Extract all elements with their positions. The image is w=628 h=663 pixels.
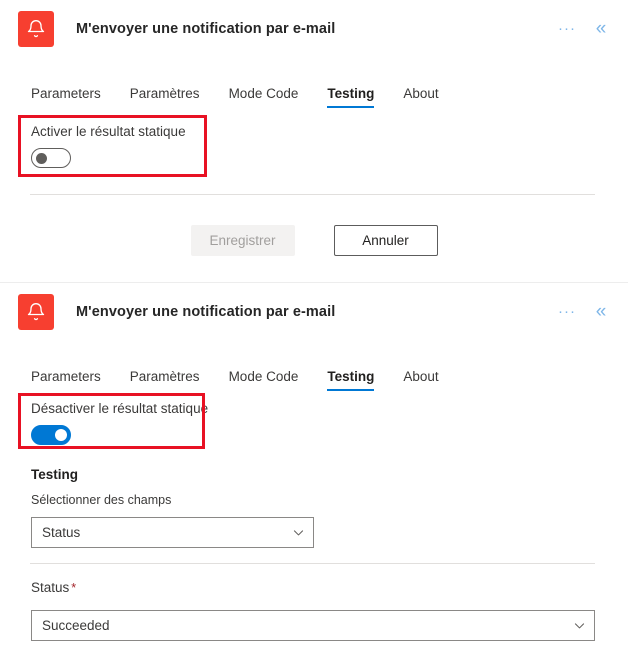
card-title: M'envoyer une notification par e-mail (76, 304, 336, 320)
flow-action-card-top: M'envoyer une notification par e-mail ··… (0, 0, 628, 282)
save-button[interactable]: Enregistrer (190, 225, 295, 256)
toggle-knob (36, 153, 47, 164)
status-value: Succeeded (42, 618, 110, 633)
tab-testing[interactable]: Testing (327, 86, 375, 108)
chevron-down-icon (574, 623, 585, 629)
static-result-toggle-label: Désactiver le résultat statique (31, 401, 209, 416)
tab-list-bottom: Parameters Paramètres Mode Code Testing … (0, 361, 628, 391)
ellipsis-icon: ··· (558, 303, 576, 320)
bell-icon (18, 11, 54, 47)
testing-section: Testing (31, 467, 78, 482)
static-result-toggle[interactable] (31, 425, 71, 445)
tab-about[interactable]: About (403, 86, 438, 108)
card-header-bottom: M'envoyer une notification par e-mail ··… (0, 283, 628, 341)
ellipsis-icon: ··· (558, 20, 576, 37)
chevron-double-left-icon: « (595, 18, 607, 39)
testing-heading: Testing (31, 467, 78, 482)
static-result-toggle-group-bottom: Désactiver le résultat statique (31, 401, 208, 445)
tab-about[interactable]: About (403, 369, 438, 391)
static-result-toggle-label: Activer le résultat statique (31, 124, 186, 139)
toggle-knob (55, 429, 67, 441)
bell-icon (18, 294, 54, 330)
select-fields-label: Sélectionner des champs (31, 493, 172, 507)
static-result-toggle[interactable] (31, 148, 71, 168)
divider-top-panel (30, 194, 595, 195)
card-header-top: M'envoyer une notification par e-mail ··… (0, 0, 628, 58)
collapse-button[interactable]: « (580, 298, 614, 326)
divider-bottom-panel (30, 563, 595, 564)
tab-parametres[interactable]: Paramètres (130, 86, 200, 108)
tab-parameters[interactable]: Parameters (31, 369, 101, 391)
select-fields-value: Status (42, 525, 81, 540)
tab-mode-code[interactable]: Mode Code (229, 369, 299, 391)
static-result-toggle-group-top: Activer le résultat statique (31, 124, 186, 168)
tab-list-top: Parameters Paramètres Mode Code Testing … (0, 78, 628, 108)
chevron-down-icon (293, 530, 304, 536)
tab-mode-code[interactable]: Mode Code (229, 86, 299, 108)
more-options-button[interactable]: ··· (554, 15, 580, 43)
tab-testing[interactable]: Testing (327, 369, 375, 391)
status-label-block: Status * (31, 580, 76, 595)
collapse-button[interactable]: « (580, 15, 614, 43)
chevron-double-left-icon: « (595, 301, 607, 322)
more-options-button[interactable]: ··· (554, 298, 580, 326)
required-marker: * (71, 581, 77, 595)
cancel-button[interactable]: Annuler (333, 225, 438, 256)
tab-parametres[interactable]: Paramètres (130, 369, 200, 391)
tab-parameters[interactable]: Parameters (31, 86, 101, 108)
card-title: M'envoyer une notification par e-mail (76, 21, 336, 37)
select-fields-dropdown[interactable]: Status (31, 517, 314, 548)
flow-action-card-bottom: M'envoyer une notification par e-mail ··… (0, 283, 628, 663)
select-fields-label-block: Sélectionner des champs (31, 493, 171, 507)
status-label: Status (31, 580, 70, 595)
action-button-row: Enregistrer Annuler (0, 225, 628, 256)
status-dropdown[interactable]: Succeeded (31, 610, 595, 641)
